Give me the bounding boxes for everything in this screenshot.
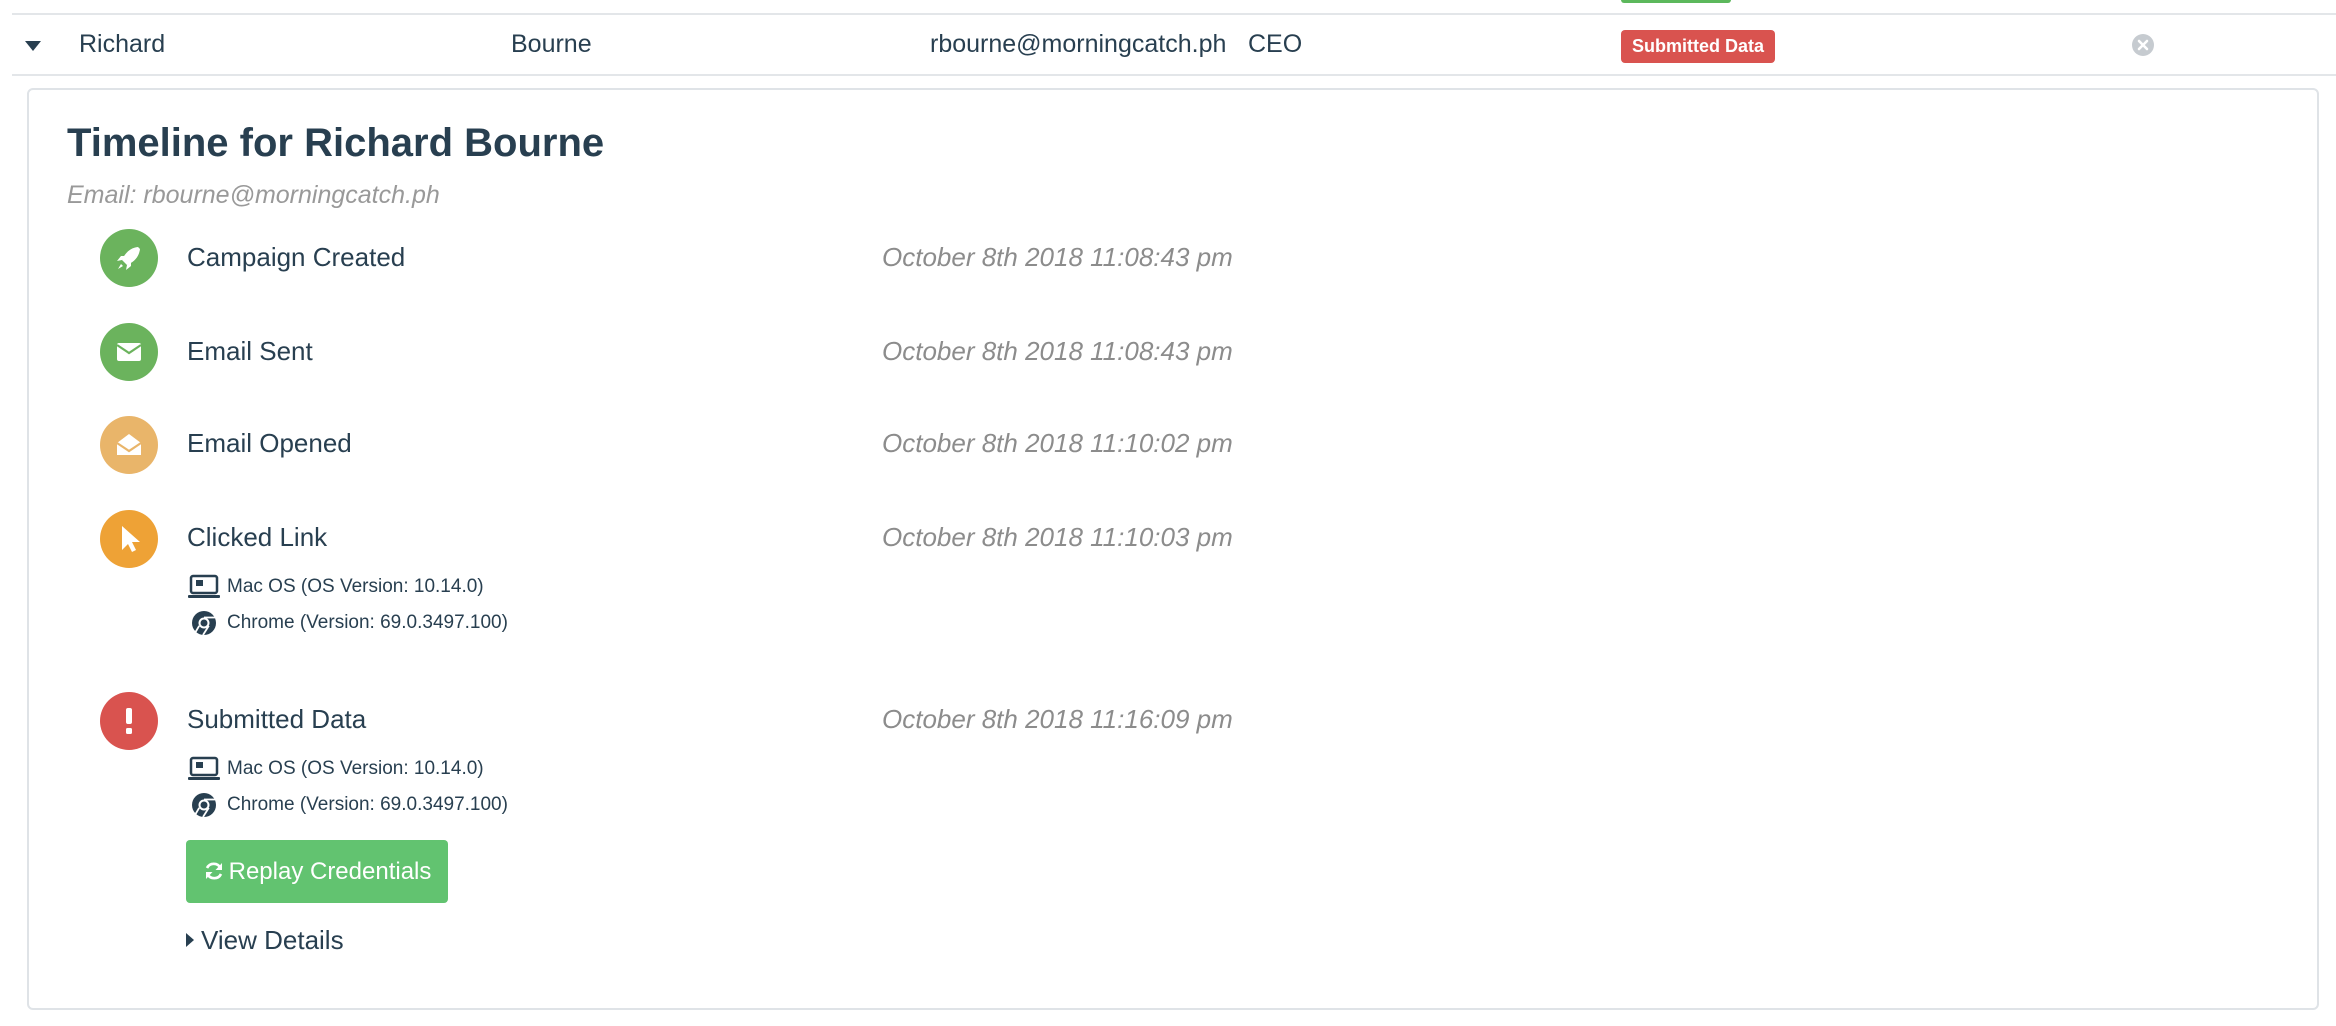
event-time-campaign-created: October 8th 2018 11:08:43 pm: [882, 242, 1233, 272]
event-time-clicked-link: October 8th 2018 11:10:03 pm: [882, 522, 1233, 552]
chrome-icon: [192, 611, 216, 636]
position-cell: CEO: [1248, 30, 1303, 58]
clicked-browser-text: Chrome (Version: 69.0.3497.100): [227, 612, 508, 633]
first-name-cell: Richard: [79, 30, 166, 58]
previous-row-status-badge-edge: [1621, 0, 1731, 3]
envelope-icon: [100, 323, 158, 381]
mouse-pointer-icon: [100, 510, 158, 568]
event-label-clicked-link: Clicked Link: [187, 522, 328, 552]
envelope-open-icon: [100, 416, 158, 474]
submitted-os-text: Mac OS (OS Version: 10.14.0): [227, 758, 484, 779]
event-label-email-opened: Email Opened: [187, 428, 352, 458]
event-label-campaign-created: Campaign Created: [187, 242, 406, 272]
event-time-submitted-data: October 8th 2018 11:16:09 pm: [882, 704, 1233, 734]
submitted-browser-text: Chrome (Version: 69.0.3497.100): [227, 794, 508, 815]
event-label-submitted-data: Submitted Data: [187, 704, 367, 734]
refresh-icon: [205, 862, 222, 880]
laptop-icon: [188, 756, 220, 780]
table-row[interactable]: Richard Bourne rbourne@morningcatch.ph C…: [12, 15, 2336, 76]
event-label-email-sent: Email Sent: [187, 336, 313, 366]
clicked-os-text: Mac OS (OS Version: 10.14.0): [227, 576, 484, 597]
chrome-icon: [192, 793, 216, 818]
email-cell: rbourne@morningcatch.ph: [930, 30, 1227, 58]
last-name-cell: Bourne: [511, 30, 592, 58]
remove-circle-icon[interactable]: [2132, 34, 2154, 56]
replay-credentials-label: Replay Credentials: [228, 858, 432, 885]
event-time-email-sent: October 8th 2018 11:08:43 pm: [882, 336, 1233, 366]
replay-credentials-button[interactable]: Replay Credentials: [186, 840, 448, 903]
laptop-icon: [188, 574, 220, 598]
timeline-title: Timeline for Richard Bourne: [67, 121, 605, 165]
event-time-email-opened: October 8th 2018 11:10:02 pm: [882, 428, 1233, 458]
rocket-icon: [100, 229, 158, 287]
caret-right-icon: [186, 933, 194, 947]
expand-caret-down-icon[interactable]: [25, 41, 41, 51]
view-details-label: View Details: [201, 925, 344, 955]
exclamation-icon: [100, 692, 158, 750]
status-badge: Submitted Data: [1621, 30, 1776, 63]
timeline-email: Email: rbourne@morningcatch.ph: [67, 181, 440, 209]
